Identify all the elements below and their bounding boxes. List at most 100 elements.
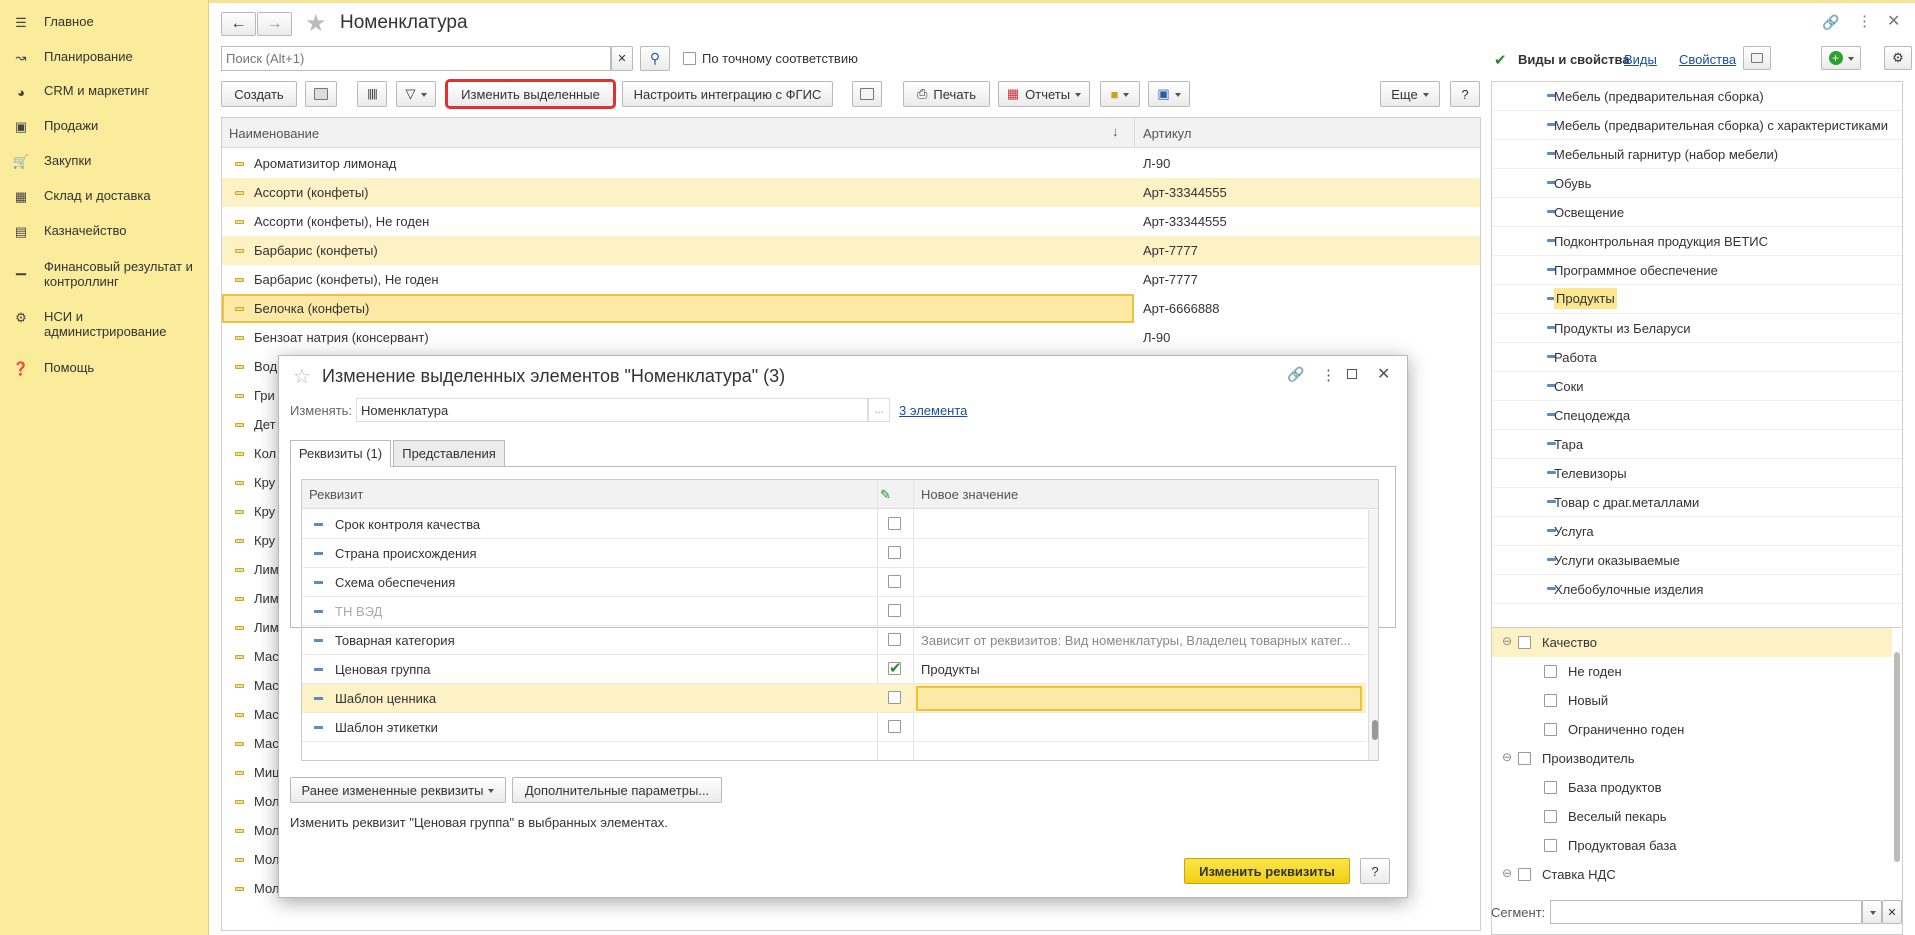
property-item[interactable]: Веселый пекарь	[1492, 802, 1892, 831]
dialog-star-icon[interactable]: ☆	[293, 364, 311, 389]
exact-match-box[interactable]	[683, 52, 696, 65]
property-item[interactable]: Продуктовая база	[1492, 831, 1892, 860]
kind-item[interactable]: Телевизоры	[1492, 459, 1902, 488]
kind-item[interactable]: Подконтрольная продукция ВЕТИС	[1492, 227, 1902, 256]
attribute-row[interactable]: Страна происхождения	[302, 539, 1366, 568]
maximize-icon[interactable]	[1347, 369, 1357, 379]
print-button[interactable]: ⎙ Печать	[903, 81, 990, 107]
property-checkbox[interactable]	[1518, 868, 1531, 881]
kind-item[interactable]: Услуги оказываемые	[1492, 546, 1902, 575]
more-button[interactable]: Еще	[1380, 81, 1440, 107]
scrollbar[interactable]	[1894, 652, 1900, 862]
kind-item[interactable]: Работа	[1492, 343, 1902, 372]
search-button[interactable]: ⚲	[640, 46, 670, 71]
tab-representations[interactable]: Представления	[393, 440, 505, 467]
change-target-field[interactable]: Номенклатура	[356, 398, 868, 422]
kind-item[interactable]: Освещение	[1492, 198, 1902, 227]
property-item[interactable]: ⊖ Производитель	[1492, 744, 1892, 773]
search-field[interactable]	[222, 47, 582, 69]
attribute-checkbox[interactable]	[888, 604, 901, 617]
table-row[interactable]: Ассорти (конфеты) Арт-33344555	[222, 178, 1480, 207]
pencil-icon[interactable]: ✎	[880, 487, 891, 503]
sidebar-item-8[interactable]: ⚙ НСИ и администрирование	[12, 309, 207, 339]
table-row[interactable]: Бензоат натрия (консервант) Л-90	[222, 323, 1480, 352]
fgis-button[interactable]: Настроить интеграцию с ФГИС	[622, 81, 833, 107]
kind-item[interactable]: Мебель (предварительная сборка) с характ…	[1492, 111, 1902, 140]
value-edit-field[interactable]	[916, 686, 1362, 711]
attribute-row[interactable]: Шаблон ценника	[302, 684, 1366, 713]
attribute-checkbox[interactable]	[888, 720, 901, 733]
sidebar-item-0[interactable]: ☰ Главное	[12, 14, 207, 31]
dialog-more-icon[interactable]: ⋮	[1321, 366, 1336, 384]
sidebar-item-3[interactable]: ▣ Продажи	[12, 118, 207, 135]
sidebar-item-6[interactable]: ▤ Казначейство	[12, 223, 207, 240]
property-checkbox[interactable]	[1518, 752, 1531, 765]
copy-button[interactable]	[305, 81, 337, 107]
attribute-row[interactable]: ТН ВЭД	[302, 597, 1366, 626]
close-icon[interactable]: ✕	[1887, 11, 1900, 31]
kind-item[interactable]: Мебель (предварительная сборка)	[1492, 82, 1902, 111]
sidebar-item-7[interactable]: ▁ Финансовый результат и контроллинг	[12, 259, 207, 289]
column-name-header[interactable]: Наименование	[229, 126, 319, 141]
submit-button[interactable]: Изменить реквизиты	[1184, 858, 1350, 884]
search-clear-button[interactable]: ✕	[611, 46, 633, 71]
sidebar-item-5[interactable]: ▦ Склад и доставка	[12, 188, 207, 205]
table-row[interactable]: Барбарис (конфеты) Арт-7777	[222, 236, 1480, 265]
property-item[interactable]: Новый	[1492, 686, 1892, 715]
tab-attributes[interactable]: Реквизиты (1)	[290, 440, 391, 467]
kind-item[interactable]: Продукты из Беларуси	[1492, 314, 1902, 343]
kinds-link[interactable]: Виды	[1624, 52, 1657, 67]
change-selected-button[interactable]: Изменить выделенные	[445, 79, 616, 109]
properties-link[interactable]: Свойства	[1679, 52, 1736, 67]
kind-item[interactable]: Спецодежда	[1492, 401, 1902, 430]
kind-item[interactable]: Соки	[1492, 372, 1902, 401]
link-icon[interactable]: 🔗	[1822, 14, 1839, 31]
table-row[interactable]: Барбарис (конфеты), Не годен Арт-7777	[222, 265, 1480, 294]
kind-item[interactable]: Хлебобулочные изделия	[1492, 575, 1902, 604]
kind-item[interactable]: Услуга	[1492, 517, 1902, 546]
dialog-link-icon[interactable]: 🔗	[1287, 366, 1304, 383]
reports-button[interactable]: ▦ Отчеты	[998, 81, 1090, 107]
attach-button[interactable]: ■	[1100, 81, 1140, 107]
attribute-checkbox[interactable]	[888, 517, 901, 530]
property-item[interactable]: Не годен	[1492, 657, 1892, 686]
dialog-close-icon[interactable]: ✕	[1377, 364, 1390, 384]
property-item[interactable]: База продуктов	[1492, 773, 1892, 802]
attribute-row[interactable]: Шаблон этикетки	[302, 713, 1366, 742]
attribute-checkbox[interactable]	[888, 633, 901, 646]
export-button[interactable]: ▣	[1148, 81, 1190, 107]
settings-button[interactable]: ⚙	[1884, 46, 1912, 70]
copy-panel-button[interactable]	[1743, 46, 1771, 70]
kind-item[interactable]: Тара	[1492, 430, 1902, 459]
add-button[interactable]: +	[1821, 46, 1861, 70]
segment-input[interactable]	[1550, 900, 1862, 924]
segment-clear[interactable]: ✕	[1882, 900, 1902, 924]
document-button[interactable]	[852, 81, 882, 107]
check-icon[interactable]: ✔	[1494, 51, 1507, 69]
property-checkbox[interactable]	[1544, 694, 1557, 707]
attribute-checkbox[interactable]	[888, 691, 901, 704]
sidebar-item-1[interactable]: ↝ Планирование	[12, 49, 207, 66]
dialog-help-button[interactable]: ?	[1360, 858, 1390, 884]
back-button[interactable]: ←	[221, 12, 256, 36]
table-row[interactable]: Ароматизитор лимонад Л-90	[222, 149, 1480, 178]
exact-match-checkbox[interactable]: По точному соответствию	[683, 51, 858, 66]
attribute-checkbox[interactable]	[888, 546, 901, 559]
kind-item[interactable]: Продукты	[1492, 285, 1902, 314]
attribute-row[interactable]: Схема обеспечения	[302, 568, 1366, 597]
kind-item[interactable]: Программное обеспечение	[1492, 256, 1902, 285]
property-checkbox[interactable]	[1544, 839, 1557, 852]
table-scrollbar[interactable]	[1368, 510, 1378, 760]
kind-item[interactable]: Обувь	[1492, 169, 1902, 198]
forward-button[interactable]: →	[257, 12, 292, 36]
collapse-icon[interactable]: ⊖	[1502, 866, 1512, 880]
property-item[interactable]: Ограниченно годен	[1492, 715, 1892, 744]
attribute-checkbox[interactable]: ✔	[888, 660, 902, 677]
prev-changed-button[interactable]: Ранее измененные реквизиты	[290, 777, 506, 803]
attribute-new-value[interactable]: Зависит от реквизитов: Вид номенклатуры,…	[921, 633, 1351, 648]
property-checkbox[interactable]	[1544, 665, 1557, 678]
attribute-row[interactable]: Ценовая группа ✔ Продукты	[302, 655, 1366, 684]
table-row[interactable]: Белочка (конфеты) Арт-6666888	[222, 294, 1480, 323]
search-input[interactable]	[221, 46, 611, 71]
column-article-header[interactable]: Артикул	[1143, 126, 1191, 141]
